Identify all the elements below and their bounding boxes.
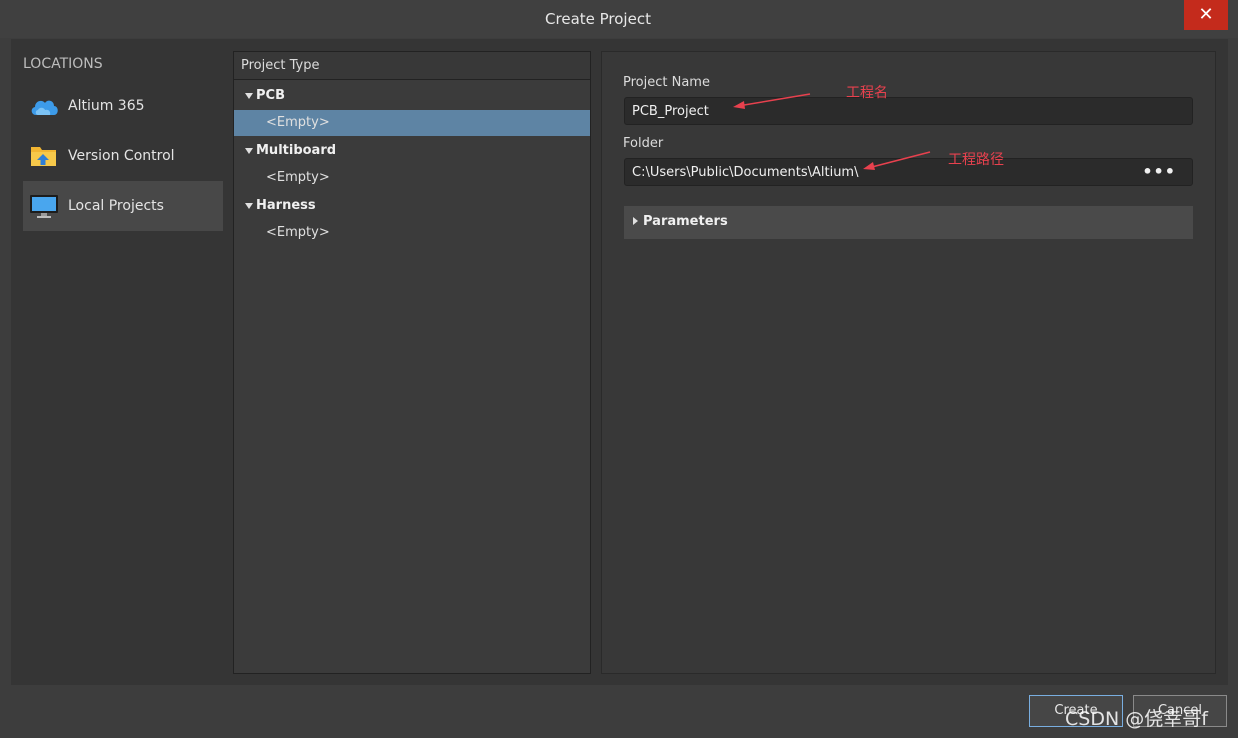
watermark-text: CSDN @侥幸哥f (1065, 708, 1208, 730)
annotation-project-name: 工程名 (846, 85, 888, 101)
annotation-arrowhead-name (733, 101, 745, 109)
annotation-arrow-name (737, 93, 811, 107)
annotation-folder: 工程路径 (948, 152, 1004, 168)
annotation-arrow-folder (867, 151, 931, 169)
annotation-arrowhead-folder (863, 162, 875, 170)
annotation-arrows (733, 93, 931, 170)
